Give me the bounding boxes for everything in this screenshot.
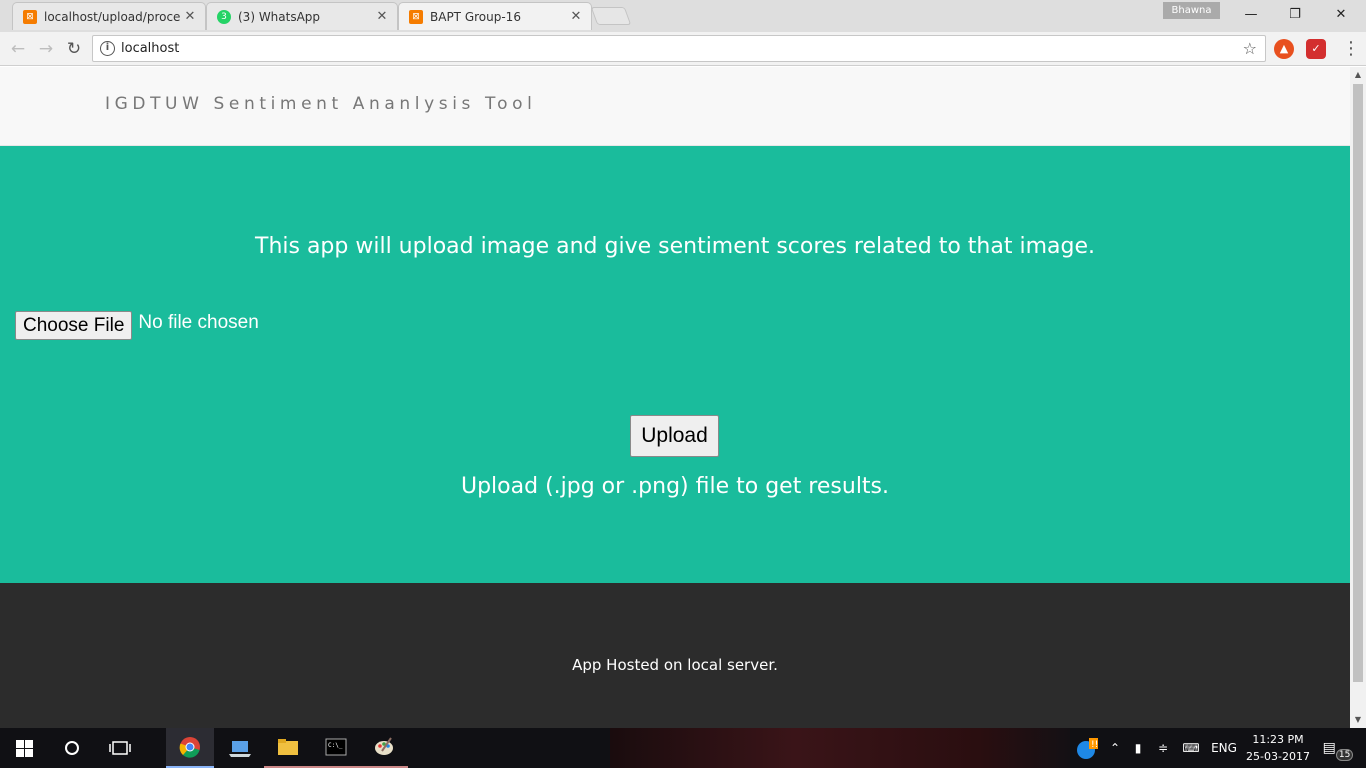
back-arrow-icon[interactable]: ← [5, 36, 31, 62]
star-icon[interactable]: ☆ [1243, 36, 1257, 61]
browser-tab-bar: ⊠ localhost/upload/process ✕ 3 (3) Whats… [0, 0, 1366, 32]
restore-icon[interactable]: ❐ [1272, 0, 1318, 30]
notification-count: 15 [1335, 749, 1354, 761]
browser-toolbar: ← → ↻ i localhost ☆ ▲ ✓ ⋮ [0, 32, 1366, 66]
close-icon[interactable]: ✕ [373, 9, 391, 24]
close-icon[interactable]: ✕ [181, 9, 199, 24]
info-icon[interactable]: i [100, 41, 115, 56]
intro-text: This app will upload image and give sent… [255, 234, 1095, 259]
new-tab-button[interactable] [590, 7, 632, 25]
system-clock[interactable]: 11:23 PM 25-03-2017 [1246, 731, 1310, 765]
chrome-taskbar-icon[interactable] [166, 728, 214, 768]
paint-icon[interactable] [360, 728, 408, 768]
page-viewport: IGDTUW Sentiment Ananlysis Tool This app… [0, 67, 1350, 728]
laptop-app-icon[interactable] [216, 728, 264, 768]
upload-button[interactable]: Upload [630, 415, 719, 457]
svg-text:!!: !! [1091, 740, 1098, 750]
shield-extension-icon[interactable]: ✓ [1306, 39, 1326, 59]
fire-extension-icon[interactable]: ▲ [1274, 39, 1294, 59]
command-prompt-icon[interactable]: C:\_ [312, 728, 360, 768]
windows-start-icon[interactable] [0, 728, 48, 768]
windows-taskbar: C:\_ !! ⌃ ▮ ≑ ⌨ ENG 11:23 PM 25-03-2017 … [0, 728, 1366, 768]
tab-whatsapp[interactable]: 3 (3) WhatsApp ✕ [206, 2, 398, 30]
tab-title: BAPT Group-16 [430, 9, 521, 24]
site-brand[interactable]: IGDTUW Sentiment Ananlysis Tool [105, 94, 536, 114]
battery-icon[interactable]: ▮ [1128, 728, 1148, 768]
file-status-text: No file chosen [138, 311, 259, 333]
upload-section: This app will upload image and give sent… [0, 146, 1350, 583]
file-input[interactable]: Choose File No file chosen [15, 311, 259, 340]
tab-localhost-upload[interactable]: ⊠ localhost/upload/process ✕ [12, 2, 206, 30]
url-text[interactable]: localhost [121, 36, 179, 61]
close-window-icon[interactable]: ✕ [1318, 0, 1364, 30]
svg-text:C:\_: C:\_ [328, 742, 343, 749]
more-menu-icon[interactable]: ⋮ [1342, 37, 1360, 61]
task-view-icon[interactable] [96, 728, 144, 768]
minimize-icon[interactable]: — [1228, 0, 1274, 30]
address-bar[interactable]: i localhost ☆ [92, 35, 1266, 62]
keyboard-icon[interactable]: ⌨ [1178, 728, 1204, 768]
vertical-scrollbar[interactable]: ▲ ▼ [1350, 67, 1366, 728]
close-icon[interactable]: ✕ [567, 9, 585, 24]
site-navbar: IGDTUW Sentiment Ananlysis Tool [0, 67, 1350, 146]
upload-hint: Upload (.jpg or .png) file to get result… [460, 474, 890, 499]
scroll-up-icon[interactable]: ▲ [1350, 67, 1366, 83]
update-alert-icon[interactable]: !! [1072, 728, 1102, 768]
profile-button[interactable]: Bhawna [1163, 2, 1220, 19]
xampp-icon: ⊠ [409, 9, 423, 24]
scrollbar-thumb[interactable] [1353, 84, 1363, 682]
scroll-down-icon[interactable]: ▼ [1350, 712, 1366, 728]
chevron-up-icon[interactable]: ⌃ [1106, 728, 1124, 768]
forward-arrow-icon[interactable]: → [33, 36, 59, 62]
action-center-icon[interactable]: ▤ 15 [1320, 728, 1356, 768]
tab-bapt-group[interactable]: ⊠ BAPT Group-16 ✕ [398, 2, 592, 30]
footer-text: App Hosted on local server. [572, 656, 778, 674]
cortana-search-icon[interactable] [48, 728, 96, 768]
wallpaper [610, 728, 1070, 768]
wifi-icon[interactable]: ≑ [1152, 728, 1174, 768]
xampp-icon: ⊠ [23, 9, 37, 24]
reload-icon[interactable]: ↻ [61, 36, 87, 62]
choose-file-button[interactable]: Choose File [15, 311, 133, 340]
clock-time: 11:23 PM [1252, 733, 1304, 746]
file-explorer-icon[interactable] [264, 728, 312, 768]
clock-date: 25-03-2017 [1246, 750, 1310, 763]
whatsapp-icon: 3 [217, 9, 231, 24]
site-footer: App Hosted on local server. [0, 583, 1350, 728]
tab-title: (3) WhatsApp [238, 9, 321, 24]
language-indicator[interactable]: ENG [1208, 728, 1240, 768]
tab-title: localhost/upload/process [44, 9, 181, 24]
